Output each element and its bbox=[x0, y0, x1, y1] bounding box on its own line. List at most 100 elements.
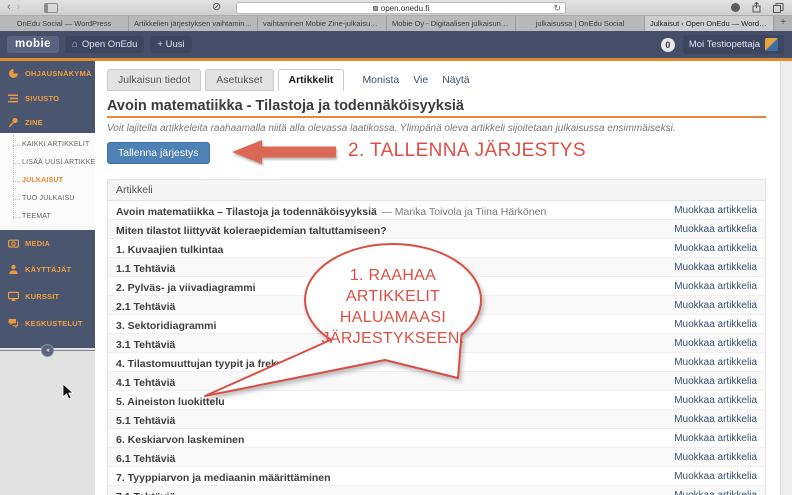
browser-tab[interactable]: Mobie Oy - Digitaalisen julkaisun uu... bbox=[387, 16, 516, 31]
courses-icon bbox=[8, 291, 19, 302]
extension-icon[interactable] bbox=[731, 3, 740, 12]
tab-asetukset[interactable]: Asetukset bbox=[205, 69, 273, 91]
edit-article-link[interactable]: Muokkaa artikkelia bbox=[674, 448, 757, 467]
avatar bbox=[765, 38, 778, 51]
sidebar-item-ohjausnakyma[interactable]: OHJAUSNÄKYMÄ bbox=[0, 61, 95, 86]
browser-tab[interactable]: vaihtaminen Mobie Zine-julkaisussa bbox=[258, 16, 387, 31]
save-order-button[interactable]: Tallenna järjestys bbox=[107, 142, 210, 164]
new-content-button[interactable]: + Uusi bbox=[150, 36, 191, 53]
tab-artikkelit[interactable]: Artikkelit bbox=[278, 69, 345, 91]
browser-tab[interactable]: Artikkelien järjestyksen vaihtaminen.. bbox=[129, 16, 258, 31]
address-bar[interactable]: open.onedu.fi ↻ bbox=[236, 2, 566, 14]
edit-article-link[interactable]: Muokkaa artikkelia bbox=[674, 258, 757, 277]
edit-article-link[interactable]: Muokkaa artikkelia bbox=[674, 239, 757, 258]
browser-tab-active[interactable]: Julkaisut ‹ Open OnEdu — WordPress bbox=[645, 16, 774, 31]
article-row[interactable]: 7.1 TehtäviäMuokkaa artikkelia bbox=[108, 486, 765, 495]
discussions-icon bbox=[8, 318, 19, 329]
article-row[interactable]: Miten tilastot liittyvät koleraepidemian… bbox=[108, 220, 765, 239]
left-rail: OHJAUSNÄKYMÄ SIVUSTO ZINE KAIKKI ARTIKKE… bbox=[0, 61, 95, 495]
zine-submenu: KAIKKI ARTIKKELIT LISÄÄ UUSI ARTIKKELI J… bbox=[0, 133, 95, 230]
dashboard-icon bbox=[8, 68, 19, 79]
media-icon bbox=[8, 238, 19, 249]
collapse-icon[interactable]: ◂ bbox=[41, 344, 54, 357]
article-row[interactable]: 5.1 TehtäviäMuokkaa artikkelia bbox=[108, 410, 765, 429]
link-vie[interactable]: Vie bbox=[413, 74, 428, 86]
browser-tab-bar: OnEdu Social — WordPress Artikkelien jär… bbox=[0, 16, 792, 31]
site-home-link[interactable]: ⌂Open OnEdu bbox=[65, 36, 145, 53]
submenu-item-tuo-julkaisu[interactable]: TUO JULKAISU bbox=[0, 190, 95, 208]
admin-sidebar: OHJAUSNÄKYMÄ SIVUSTO ZINE KAIKKI ARTIKKE… bbox=[0, 61, 95, 348]
link-nayta[interactable]: Näytä bbox=[442, 74, 469, 86]
edit-article-link[interactable]: Muokkaa artikkelia bbox=[674, 315, 757, 334]
article-row[interactable]: 1.1 TehtäviäMuokkaa artikkelia bbox=[108, 258, 765, 277]
article-row[interactable]: 4.1 TehtäviäMuokkaa artikkelia bbox=[108, 372, 765, 391]
greeting-text: Moi Testiopettaja bbox=[689, 39, 760, 50]
edit-article-link[interactable]: Muokkaa artikkelia bbox=[674, 410, 757, 429]
main-content: Julkaisun tiedot Asetukset Artikkelit Mo… bbox=[95, 61, 780, 495]
sidebar-item-zine[interactable]: ZINE bbox=[0, 111, 95, 133]
tab-julkaisun-tiedot[interactable]: Julkaisun tiedot bbox=[107, 69, 201, 91]
submenu-item-julkaisut[interactable]: JULKAISUT bbox=[0, 172, 95, 190]
lock-icon bbox=[373, 6, 378, 11]
reload-icon[interactable]: ↻ bbox=[553, 3, 561, 14]
article-row[interactable]: 3.1 TehtäviäMuokkaa artikkelia bbox=[108, 334, 765, 353]
sidebar-toggle-icon[interactable] bbox=[44, 3, 58, 13]
edit-article-link[interactable]: Muokkaa artikkelia bbox=[674, 372, 757, 391]
sidebar-item-kayttajat[interactable]: KÄYTTÄJÄT bbox=[0, 256, 95, 283]
link-monista[interactable]: Monista bbox=[362, 74, 399, 86]
browser-window: ‹› ⊘ open.onedu.fi ↻ OnEdu Social — Word… bbox=[0, 0, 792, 495]
account-menu[interactable]: Moi Testiopettaja bbox=[683, 35, 784, 54]
pin-icon bbox=[8, 117, 19, 128]
table-header: Artikkeli bbox=[108, 180, 765, 201]
article-row[interactable]: 6. Keskiarvon laskeminenMuokkaa artikkel… bbox=[108, 429, 765, 448]
browser-tab[interactable]: OnEdu Social — WordPress bbox=[0, 16, 129, 31]
edit-article-link[interactable]: Muokkaa artikkelia bbox=[674, 486, 757, 495]
article-row[interactable]: 7. Tyyppiarvon ja mediaanin määrittämine… bbox=[108, 467, 765, 486]
edit-article-link[interactable]: Muokkaa artikkelia bbox=[674, 277, 757, 296]
table-body: Avoin matematiikka – Tilastoja ja todenn… bbox=[108, 201, 765, 495]
back-icon[interactable]: ‹ bbox=[7, 1, 17, 13]
article-row[interactable]: 5. Aineiston luokitteluMuokkaa artikkeli… bbox=[108, 391, 765, 410]
edit-article-link[interactable]: Muokkaa artikkelia bbox=[674, 391, 757, 410]
edit-article-link[interactable]: Muokkaa artikkelia bbox=[674, 201, 757, 220]
site-icon bbox=[8, 93, 19, 104]
users-icon bbox=[8, 264, 19, 275]
article-row[interactable]: 2.1 TehtäviäMuokkaa artikkelia bbox=[108, 296, 765, 315]
comments-badge[interactable]: 0 bbox=[661, 38, 675, 52]
edit-article-link[interactable]: Muokkaa artikkelia bbox=[674, 353, 757, 372]
url-text: open.onedu.fi bbox=[381, 4, 430, 13]
share-icon[interactable] bbox=[752, 2, 761, 13]
article-row[interactable]: 2. Pylväs- ja viivadiagrammiMuokkaa arti… bbox=[108, 277, 765, 296]
mobie-logo[interactable]: mobie bbox=[7, 36, 59, 53]
article-row[interactable]: 4. Tilastomuuttujan tyypit ja frekvenssi… bbox=[108, 353, 765, 372]
submenu-item-teemat[interactable]: TEEMAT bbox=[0, 208, 95, 226]
sidebar-item-kurssit[interactable]: KURSSIT bbox=[0, 283, 95, 310]
edit-article-link[interactable]: Muokkaa artikkelia bbox=[674, 296, 757, 315]
nav-buttons: ‹› bbox=[7, 1, 26, 13]
new-tab-button[interactable]: + bbox=[774, 16, 792, 31]
submenu-item-kaikki-artikkelit[interactable]: KAIKKI ARTIKKELIT bbox=[0, 136, 95, 154]
edit-article-link[interactable]: Muokkaa artikkelia bbox=[674, 220, 757, 239]
article-row[interactable]: 6.1 TehtäviäMuokkaa artikkelia bbox=[108, 448, 765, 467]
edit-article-link[interactable]: Muokkaa artikkelia bbox=[674, 467, 757, 486]
sidebar-item-media[interactable]: MEDIA bbox=[0, 230, 95, 256]
scrollbar-track[interactable] bbox=[780, 61, 792, 495]
submenu-item-lisaa-uusi-artikkeli[interactable]: LISÄÄ UUSI ARTIKKELI bbox=[0, 154, 95, 172]
wp-admin-bar: mobie ⌂Open OnEdu + Uusi 0 Moi Testiopet… bbox=[0, 31, 792, 58]
sidebar-item-keskustelut[interactable]: KESKUSTELUT bbox=[0, 310, 95, 336]
publication-tabs: Julkaisun tiedot Asetukset Artikkelit Mo… bbox=[107, 69, 470, 91]
forward-icon[interactable]: › bbox=[17, 1, 27, 13]
tab-overview-icon[interactable] bbox=[773, 3, 784, 13]
article-row[interactable]: Avoin matematiikka – Tilastoja ja todenn… bbox=[108, 201, 765, 220]
page-title: Avoin matematiikka - Tilastoja ja todenn… bbox=[107, 98, 464, 114]
article-row[interactable]: 1. Kuvaajien tulkintaaMuokkaa artikkelia bbox=[108, 239, 765, 258]
edit-article-link[interactable]: Muokkaa artikkelia bbox=[674, 334, 757, 353]
sidebar-collapse[interactable]: ◂ bbox=[0, 342, 95, 360]
content-blocker-icon[interactable]: ⊘ bbox=[212, 0, 221, 13]
article-row[interactable]: 3. SektoridiagrammiMuokkaa artikkelia bbox=[108, 315, 765, 334]
edit-article-link[interactable]: Muokkaa artikkelia bbox=[674, 429, 757, 448]
browser-tab[interactable]: julkaisussa | OnEdu Social bbox=[516, 16, 645, 31]
instructions-text: Voit lajitella artikkeleita raahaamalla … bbox=[107, 123, 676, 134]
sidebar-item-sivusto[interactable]: SIVUSTO bbox=[0, 86, 95, 111]
articles-table: Artikkeli Avoin matematiikka – Tilastoja… bbox=[107, 179, 766, 495]
